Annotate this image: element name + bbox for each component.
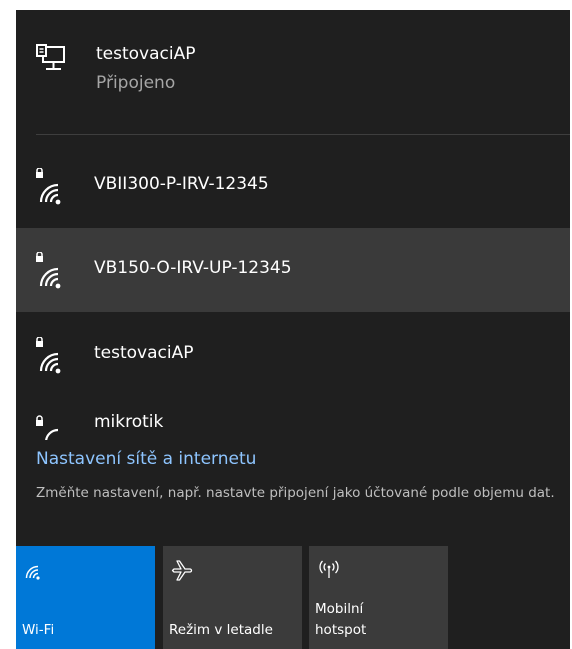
divider xyxy=(36,134,570,135)
secured-wifi-icon xyxy=(36,168,61,205)
wifi-icon xyxy=(25,565,40,580)
network-item[interactable]: VB150-O-IRV-UP-12345 xyxy=(16,228,570,312)
connected-network-name: testovaciAP xyxy=(96,44,196,64)
network-name: mikrotik xyxy=(94,412,164,432)
mobile-hotspot-tile[interactable]: Mobilní hotspot xyxy=(309,546,448,649)
network-name: VB150-O-IRV-UP-12345 xyxy=(94,258,292,278)
network-item[interactable]: mikrotik xyxy=(16,376,570,460)
connected-network-status: Připojeno xyxy=(96,73,176,93)
secured-wifi-icon xyxy=(36,252,61,289)
wifi-tile-label: Wi-Fi xyxy=(22,622,55,638)
secured-wifi-icon xyxy=(36,415,59,440)
screenshot-frame: testovaciAP Připojeno VBII300-P-IRV-1234… xyxy=(0,0,572,649)
network-settings-description: Změňte nastavení, např. nastavte připoje… xyxy=(36,485,555,501)
wifi-toggle-tile[interactable]: Wi-Fi xyxy=(16,546,155,649)
hotspot-icon xyxy=(319,560,339,578)
secured-wifi-icon xyxy=(36,337,61,374)
connected-network[interactable]: testovaciAP Připojeno xyxy=(16,10,570,130)
ethernet-monitor-icon xyxy=(36,44,65,70)
network-settings-link[interactable]: Nastavení sítě a internetu xyxy=(36,449,265,469)
network-name: VBII300-P-IRV-12345 xyxy=(94,174,269,194)
airplane-mode-tile-label: Režim v letadle xyxy=(169,622,273,638)
airplane-icon xyxy=(171,560,193,581)
airplane-mode-tile[interactable]: Režim v letadle xyxy=(163,546,302,649)
mobile-hotspot-tile-label: Mobilní hotspot xyxy=(315,601,367,638)
network-name: testovaciAP xyxy=(94,343,194,363)
network-item[interactable]: VBII300-P-IRV-12345 xyxy=(16,144,570,228)
network-flyout: testovaciAP Připojeno VBII300-P-IRV-1234… xyxy=(16,10,570,649)
